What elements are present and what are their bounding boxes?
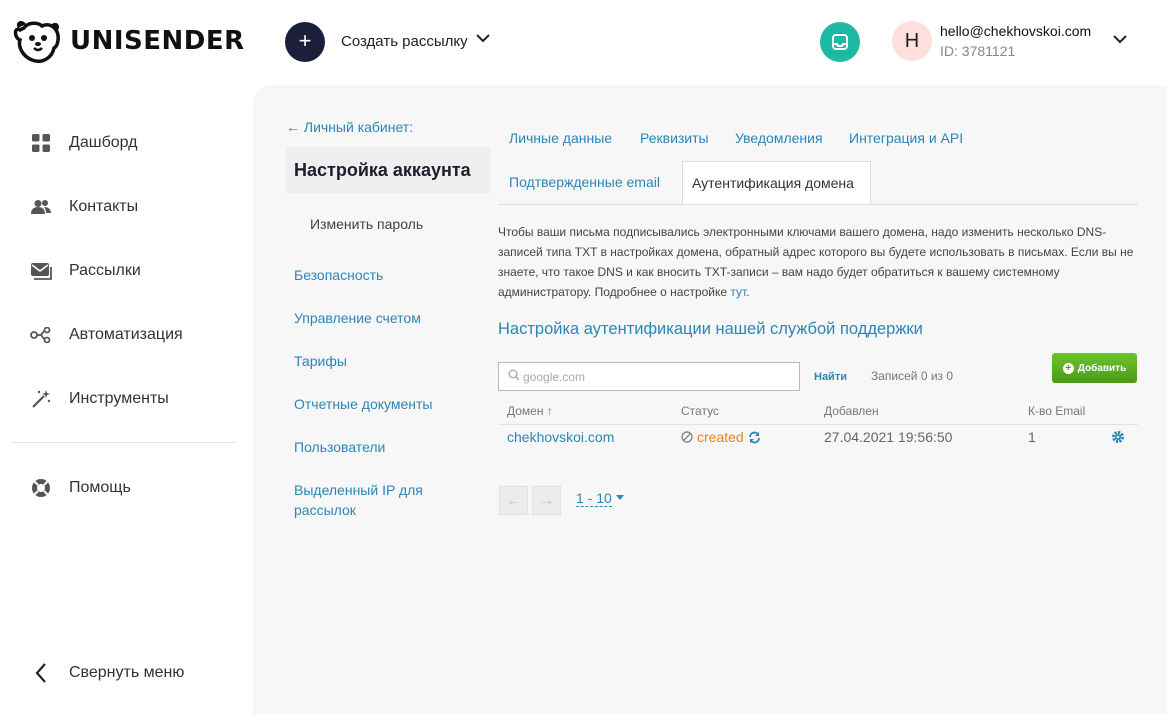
status-badge: created (697, 429, 744, 445)
plus-icon: + (298, 28, 312, 53)
user-email[interactable]: hello@chekhovskoi.com (940, 23, 1091, 39)
settings-link-tariffs[interactable]: Тарифы (294, 351, 347, 371)
automation-icon (30, 324, 52, 346)
nav-label: Инструменты (69, 390, 169, 407)
table-cell-domain[interactable]: chekhovskoi.com (507, 429, 614, 445)
nav-item-campaigns[interactable]: Рассылки (30, 260, 141, 282)
tab-integration-api[interactable]: Интеграция и API (849, 130, 963, 146)
nav-item-dashboard[interactable]: Дашборд (30, 132, 138, 154)
back-link[interactable]: ← Личный кабинет: (286, 119, 413, 135)
tab-notifications[interactable]: Уведомления (735, 130, 823, 146)
table-cell-status: created (681, 429, 761, 445)
tab-personal-data[interactable]: Личные данные (509, 130, 612, 146)
settings-link-documents[interactable]: Отчетные документы (294, 394, 433, 414)
chevron-down-icon[interactable] (1113, 34, 1127, 44)
inbox-icon (832, 34, 848, 50)
chevron-left-icon (30, 662, 52, 684)
blocked-icon (681, 431, 693, 443)
find-button[interactable]: Найти (814, 371, 847, 383)
support-setup-link[interactable]: Настройка аутентификации нашей службой п… (498, 320, 923, 339)
tab-requisites[interactable]: Реквизиты (640, 130, 709, 146)
pager-next-button[interactable]: → (532, 486, 561, 515)
settings-link-billing[interactable]: Управление счетом (294, 308, 421, 328)
nav-divider (12, 442, 237, 443)
plus-circle-icon: + (1062, 362, 1074, 374)
help-lifebuoy-icon (30, 477, 52, 499)
notifications-button[interactable] (820, 22, 860, 62)
header: UNISENDER + Создать рассылку H hello@che… (0, 0, 1167, 85)
search-icon (508, 369, 520, 381)
nav-item-help[interactable]: Помощь (30, 477, 131, 499)
table-header-domain[interactable]: Домен ↑ (507, 404, 553, 418)
user-id: ID: 3781121 (940, 43, 1016, 59)
brand-name: UNISENDER (70, 26, 245, 56)
contacts-icon (30, 196, 52, 218)
settings-link-dedicated-ip[interactable]: Выделенный IP для рассылок (294, 480, 454, 520)
search-input[interactable] (523, 364, 793, 389)
mail-icon (30, 260, 52, 282)
tab-confirmed-email[interactable]: Подтвержденные email (509, 174, 660, 190)
create-campaign-label[interactable]: Создать рассылку (341, 33, 468, 50)
table-header-added: Добавлен (824, 404, 879, 418)
collapse-menu-button[interactable]: Свернуть меню (30, 662, 184, 684)
domain-auth-description: Чтобы ваши письма подписывались электрон… (498, 222, 1138, 302)
chevron-down-icon[interactable] (476, 33, 490, 43)
magic-wand-icon (30, 388, 52, 410)
records-count: Записей 0 из 0 (871, 369, 954, 383)
dog-logo-icon (13, 21, 60, 63)
change-password-link[interactable]: Изменить пароль (310, 216, 423, 232)
nav-label: Рассылки (69, 262, 141, 279)
nav-label: Дашборд (69, 134, 138, 151)
nav-label: Контакты (69, 198, 139, 215)
description-more-link[interactable]: тут (730, 285, 746, 299)
table-header-email-count: К-во Email (1028, 404, 1086, 418)
nav-label: Помощь (69, 479, 131, 496)
gear-icon[interactable] (1111, 430, 1125, 444)
settings-link-security[interactable]: Безопасность (294, 265, 383, 285)
table-cell-email-count: 1 (1028, 429, 1036, 445)
logo[interactable]: UNISENDER (12, 16, 245, 66)
description-text: Чтобы ваши письма подписывались электрон… (498, 225, 1134, 299)
nav-item-tools[interactable]: Инструменты (30, 388, 169, 410)
dashboard-icon (30, 132, 52, 154)
table-header-divider (498, 424, 1138, 425)
collapse-menu-label: Свернуть меню (69, 664, 185, 681)
page-title: Настройка аккаунта (294, 160, 471, 180)
table-header-status: Статус (681, 404, 719, 418)
page-size-select[interactable]: 1 - 10 (576, 490, 612, 507)
create-campaign-button[interactable]: + (285, 22, 325, 62)
settings-link-users[interactable]: Пользователи (294, 437, 385, 457)
tab-domain-auth[interactable]: Аутентификация домена (692, 175, 854, 191)
nav-label: Автоматизация (69, 326, 183, 343)
description-end: . (746, 285, 750, 299)
add-button-label: Добавить (1077, 362, 1127, 374)
caret-down-icon[interactable] (616, 495, 624, 500)
avatar[interactable]: H (892, 21, 932, 61)
tabs-divider (498, 204, 1138, 205)
refresh-icon[interactable] (748, 431, 761, 444)
pager-prev-button[interactable]: ← (499, 486, 528, 515)
table-cell-added: 27.04.2021 19:56:50 (824, 429, 953, 445)
nav-item-contacts[interactable]: Контакты (30, 196, 138, 218)
add-domain-button[interactable]: + Добавить (1052, 353, 1137, 383)
nav-item-automation[interactable]: Автоматизация (30, 324, 183, 346)
